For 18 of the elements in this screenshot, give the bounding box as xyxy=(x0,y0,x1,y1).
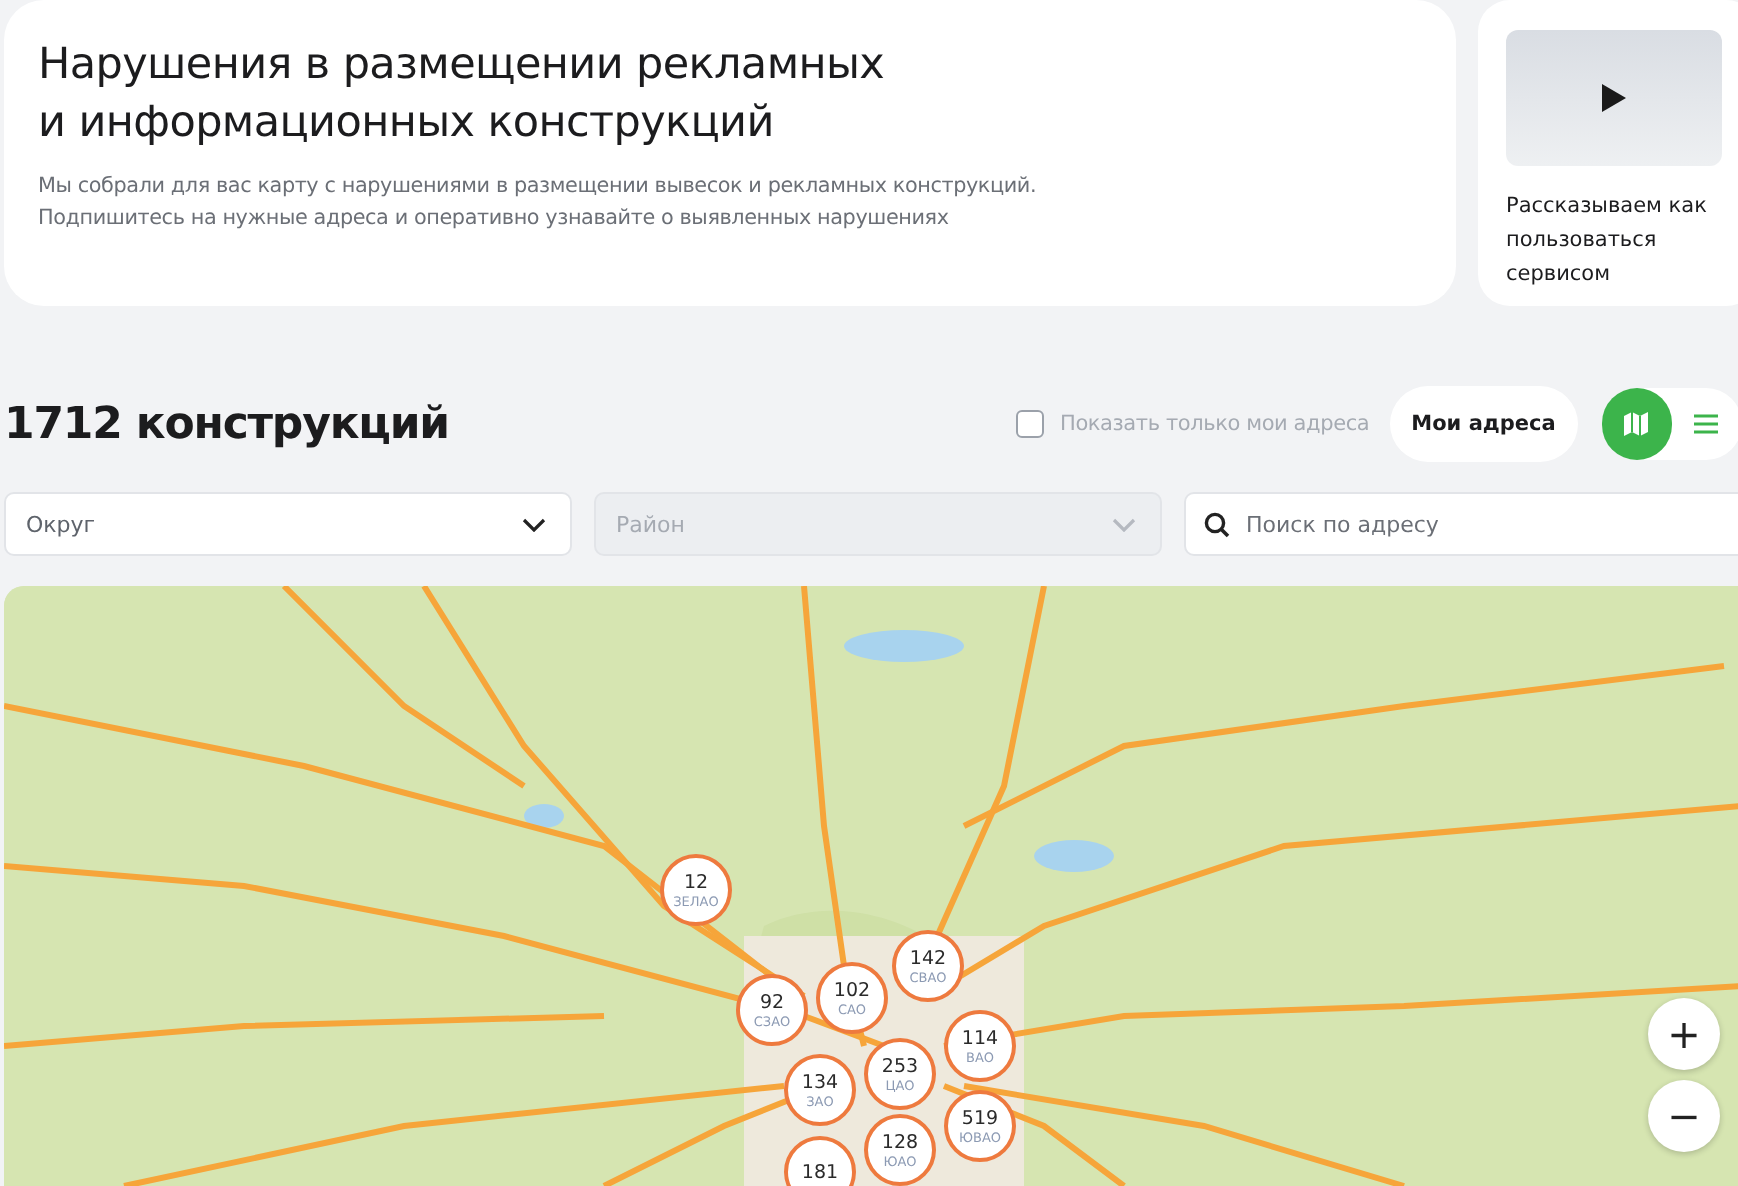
play-icon[interactable] xyxy=(1600,82,1628,114)
my-addresses-button[interactable]: Мои адреса xyxy=(1389,386,1578,462)
page-title: Нарушения в размещении рекламных и информационных конструкций xyxy=(38,38,887,152)
map-icon xyxy=(1622,410,1651,438)
dropdown-field: Район xyxy=(594,492,1162,556)
search-icon xyxy=(1204,512,1230,538)
video-card[interactable]: Рассказываем как пользоваться сервисом xyxy=(1478,0,1738,306)
checkbox[interactable] xyxy=(1016,410,1044,438)
page-description: Мы собрали для вас карту с нарушениями в размещении вывесок и рекламных конструкций. Подпишитесь на нужные адреса и оперативно узнавайте о выявленных нарушениях xyxy=(38,172,1039,234)
list-icon xyxy=(1694,414,1719,434)
map-view-button[interactable] xyxy=(1601,388,1672,460)
dropdown-field[interactable]: Округ xyxy=(4,492,572,556)
checkbox-label: Показать только мои адреса xyxy=(1060,412,1370,436)
chevron-down-icon xyxy=(522,517,546,531)
search-field[interactable]: Поиск по адресу xyxy=(1184,492,1738,556)
video-caption: Рассказываем как пользоваться сервисом xyxy=(1506,192,1709,290)
constructions-count: 1712 конструкций xyxy=(4,399,451,449)
chevron-down-icon xyxy=(1112,517,1136,531)
